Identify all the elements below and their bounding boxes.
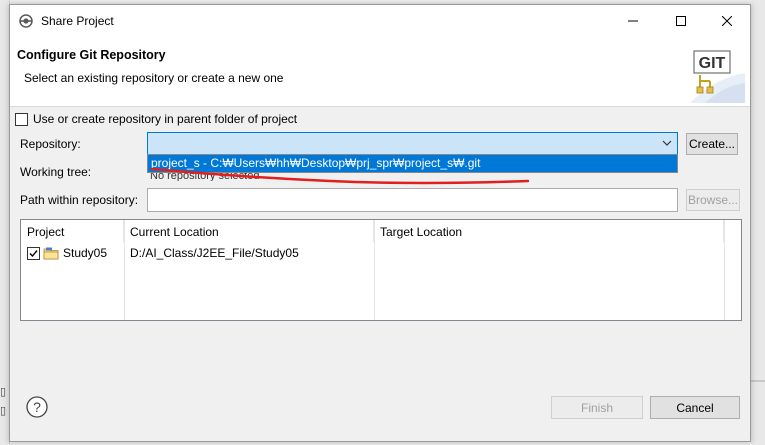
minimize-button[interactable] bbox=[610, 5, 656, 37]
create-repository-button[interactable]: Create... bbox=[686, 133, 738, 155]
background-divider bbox=[751, 380, 765, 382]
parent-folder-option[interactable]: Use or create repository in parent folde… bbox=[15, 111, 297, 127]
maximize-button[interactable] bbox=[658, 5, 704, 37]
eclipse-app-icon bbox=[19, 14, 33, 28]
finish-button[interactable]: Finish bbox=[551, 396, 643, 419]
row-project-name: Study05 bbox=[63, 246, 108, 260]
svg-text:GIT: GIT bbox=[699, 55, 726, 72]
column-header-target-location[interactable]: Target Location bbox=[374, 220, 724, 242]
help-icon[interactable]: ? bbox=[26, 396, 48, 418]
wizard-title: Configure Git Repository bbox=[17, 48, 166, 62]
minimize-icon bbox=[628, 20, 638, 22]
column-divider bbox=[124, 220, 125, 320]
background-window-right bbox=[751, 0, 765, 445]
repository-option[interactable]: project_s - C:₩Users₩hh₩Desktop₩prj_spr₩… bbox=[148, 155, 677, 172]
cancel-button[interactable]: Cancel bbox=[650, 396, 740, 419]
repository-combo[interactable] bbox=[147, 132, 678, 155]
projects-table: Project Current Location Target Location… bbox=[20, 219, 742, 321]
path-label: Path within repository: bbox=[20, 193, 139, 207]
parent-folder-label: Use or create repository in parent folde… bbox=[33, 112, 298, 126]
repository-label: Repository: bbox=[20, 137, 81, 151]
close-button[interactable] bbox=[704, 5, 750, 37]
column-header-project[interactable]: Project bbox=[21, 220, 124, 242]
wizard-description: Select an existing repository or create … bbox=[24, 71, 284, 85]
column-divider bbox=[374, 220, 375, 320]
repository-dropdown-list: project_s - C:₩Users₩hh₩Desktop₩prj_spr₩… bbox=[147, 154, 678, 173]
maximize-icon bbox=[676, 16, 686, 26]
svg-text:?: ? bbox=[33, 399, 41, 415]
checkmark-icon bbox=[29, 250, 38, 258]
browse-button[interactable]: Browse... bbox=[686, 189, 740, 211]
column-divider bbox=[724, 220, 725, 320]
column-header-current-location[interactable]: Current Location bbox=[124, 220, 374, 242]
share-project-dialog: Share Project Configure Git Repository S… bbox=[9, 4, 751, 442]
project-folder-icon bbox=[43, 247, 59, 260]
row-checkbox[interactable] bbox=[27, 247, 40, 260]
working-tree-label: Working tree: bbox=[20, 165, 92, 179]
close-icon bbox=[722, 16, 732, 26]
window-title: Share Project bbox=[41, 14, 114, 28]
row-current-location: D:/AI_Class/J2EE_File/Study05 bbox=[130, 246, 299, 260]
wizard-header: Configure Git Repository Select an exist… bbox=[10, 37, 750, 107]
chevron-down-icon bbox=[662, 140, 672, 146]
parent-folder-checkbox[interactable] bbox=[15, 112, 28, 126]
title-bar: Share Project bbox=[10, 5, 750, 37]
git-logo-icon: GIT bbox=[690, 50, 745, 103]
path-input[interactable] bbox=[147, 188, 678, 212]
